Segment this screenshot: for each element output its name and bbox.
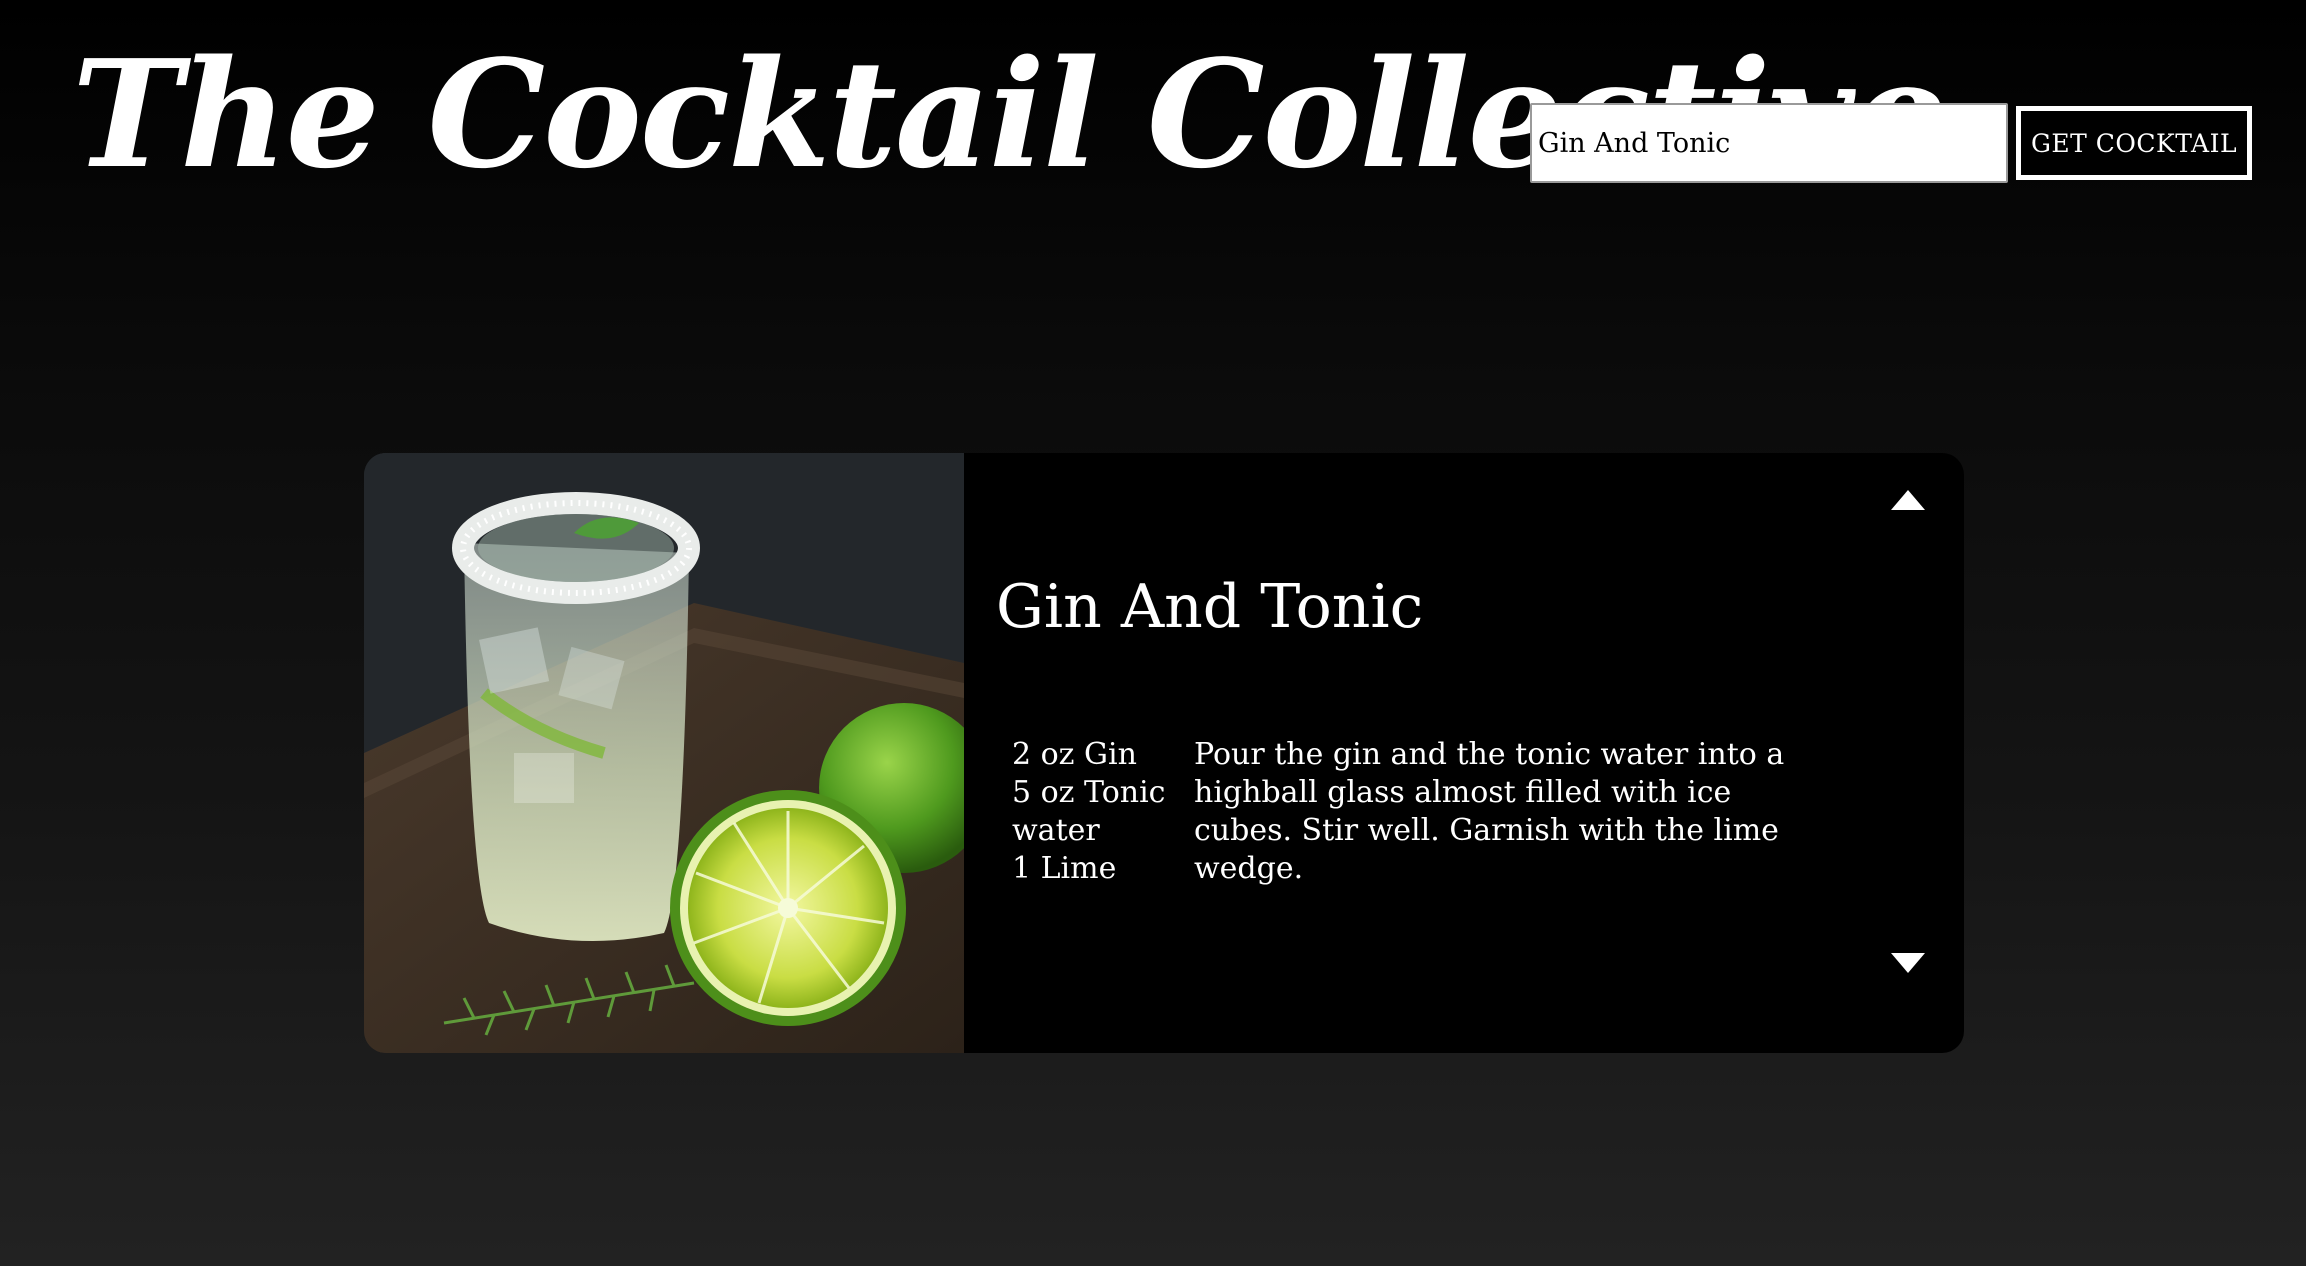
- cocktail-details: Gin And Tonic 2 oz Gin 5 oz Tonic water …: [964, 453, 1964, 1053]
- cocktail-photo: [364, 453, 964, 1053]
- cocktail-name: Gin And Tonic: [996, 572, 1424, 642]
- previous-cocktail-button[interactable]: [1883, 480, 1933, 520]
- next-cocktail-button[interactable]: [1883, 943, 1933, 983]
- get-cocktail-button[interactable]: GET COCKTAIL: [2016, 106, 2252, 180]
- cocktail-search-input[interactable]: [1530, 103, 2008, 183]
- cocktail-card: Gin And Tonic 2 oz Gin 5 oz Tonic water …: [364, 453, 1964, 1053]
- cocktail-instructions: Pour the gin and the tonic water into a …: [1194, 737, 1785, 886]
- ingredients-list: 2 oz Gin 5 oz Tonic water 1 Lime: [1012, 736, 1182, 888]
- ingredient-item: 5 oz Tonic water: [1012, 775, 1166, 848]
- search-form: GET COCKTAIL: [1530, 103, 2252, 183]
- ingredient-item: 1 Lime: [1012, 851, 1117, 886]
- ingredient-item: 2 oz Gin: [1012, 737, 1137, 772]
- triangle-down-icon: [1891, 953, 1925, 973]
- triangle-up-icon: [1891, 490, 1925, 510]
